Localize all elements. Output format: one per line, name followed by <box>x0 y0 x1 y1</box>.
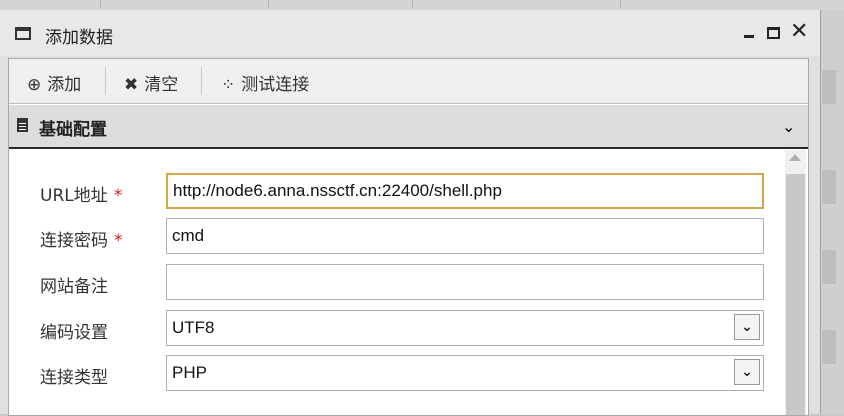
url-label: URL地址 * <box>40 181 122 206</box>
form-row-note: 网站备注 <box>9 262 785 302</box>
window-controls: ✕ <box>742 21 808 43</box>
test-connection-button[interactable]: ⁘ 测试连接 <box>221 70 309 95</box>
encoding-label: 编码设置 <box>40 323 108 343</box>
test-connection-label: 测试连接 <box>241 75 310 95</box>
clear-button[interactable]: ✖ 清空 <box>124 70 178 95</box>
x-icon: ✖ <box>124 75 139 95</box>
form-row-encoding: 编码设置 UTF8 ⌄ <box>9 308 785 348</box>
password-label: 连接密码 * <box>40 226 123 251</box>
bg-divider <box>620 0 621 8</box>
chevron-down-icon[interactable]: ⌄ <box>734 314 760 340</box>
window-icon <box>15 27 31 40</box>
note-label: 网站备注 <box>40 277 108 297</box>
plus-circle-icon: ⊕ <box>27 75 42 95</box>
bg-block <box>822 250 836 284</box>
close-icon[interactable]: ✕ <box>790 21 808 43</box>
document-icon <box>17 118 28 132</box>
maximize-icon[interactable] <box>766 22 782 42</box>
section-title: 基础配置 <box>39 120 107 140</box>
window-title: 添加数据 <box>45 28 113 48</box>
bg-block <box>822 70 836 104</box>
encoding-value: UTF8 <box>172 318 215 337</box>
toolbar-separator <box>105 67 106 95</box>
add-button-label: 添加 <box>47 75 82 95</box>
clear-button-label: 清空 <box>144 75 179 95</box>
bg-divider <box>412 0 413 8</box>
bg-block <box>822 330 836 364</box>
url-input[interactable] <box>166 173 764 209</box>
required-mark: * <box>113 186 123 206</box>
add-data-window: 添加数据 ✕ ⊕ 添加 ✖ 清空 ⁘ 测试连接 基础配置 ⌄ URL地址 * h… <box>0 10 821 416</box>
required-mark: * <box>114 231 123 251</box>
basic-config-form: URL地址* 连接密码* 网站备注 编码设置 UTF8 ⌄ 连接类型 <box>9 150 785 415</box>
type-label: 连接类型 <box>40 368 108 388</box>
form-scrollbar[interactable] <box>785 150 806 415</box>
window-titlebar[interactable]: 添加数据 ✕ <box>0 10 820 56</box>
form-row-type: 连接类型 PHP ⌄ <box>9 353 785 393</box>
basic-config-header[interactable]: 基础配置 ⌄ <box>9 105 808 149</box>
bg-block <box>822 170 836 204</box>
note-input[interactable] <box>166 264 764 300</box>
toolbar-separator <box>201 67 202 95</box>
background-right-strip <box>820 10 844 414</box>
chevron-down-icon[interactable]: ⌄ <box>782 117 800 136</box>
add-button[interactable]: ⊕ 添加 <box>27 70 81 95</box>
type-select[interactable]: PHP ⌄ <box>166 355 764 391</box>
toolbar: ⊕ 添加 ✖ 清空 ⁘ 测试连接 <box>9 59 808 104</box>
encoding-select[interactable]: UTF8 ⌄ <box>166 310 764 346</box>
password-label-text: 连接密码 <box>40 231 108 251</box>
spinner-icon: ⁘ <box>221 75 236 95</box>
url-label-text: URL地址 <box>40 186 108 206</box>
form-row-url: URL地址 * <box>9 171 785 211</box>
form-row-password: 连接密码 * <box>9 216 785 256</box>
type-value: PHP <box>172 363 207 382</box>
chevron-down-icon[interactable]: ⌄ <box>734 359 760 385</box>
password-input[interactable] <box>166 218 764 254</box>
bg-divider <box>100 0 101 8</box>
minimize-icon[interactable] <box>742 22 758 42</box>
form-panel: ⊕添加 ✖清空 ⁘测试连接 基础配置 ⌄ URL地址* 连接密码* <box>8 58 809 416</box>
scroll-up-icon[interactable] <box>789 154 801 161</box>
scrollbar-thumb[interactable] <box>786 174 805 415</box>
bg-divider <box>268 0 269 8</box>
